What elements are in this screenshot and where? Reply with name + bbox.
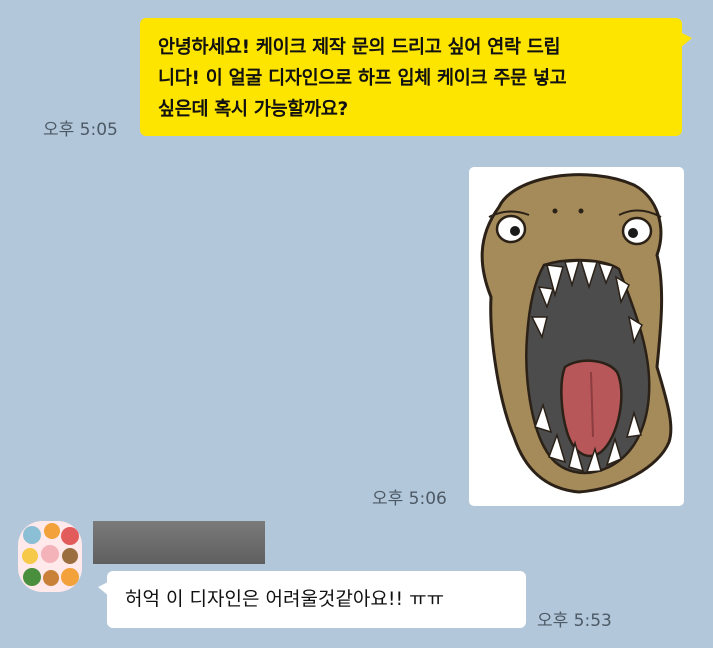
bubble-tail: [680, 32, 692, 48]
avatar[interactable]: [18, 521, 82, 592]
bubble-tail: [98, 581, 110, 597]
dinosaur-face-image: [480, 173, 673, 494]
incoming-message-bubble[interactable]: 허억 이 디자인은 어려울것같아요!! ㅠㅠ: [98, 571, 526, 628]
sender-name-redacted: [93, 521, 265, 564]
message-time-2: 오후 5:06: [372, 489, 447, 509]
message-line: 싶은데 혹시 가능할까요?: [158, 99, 348, 120]
outgoing-message-bubble[interactable]: 안녕하세요! 케이크 제작 문의 드리고 싶어 연락 드립 니다! 이 얼굴 디…: [140, 18, 692, 136]
message-time-3: 오후 5:53: [537, 611, 612, 631]
message-line: 니다! 이 얼굴 디자인으로 하프 입체 케이크 주문 넣고: [158, 68, 567, 89]
message-line: 안녕하세요! 케이크 제작 문의 드리고 싶어 연락 드립: [158, 37, 561, 58]
message-time-1: 오후 5:05: [43, 120, 118, 140]
sticker-avatar-image: [22, 523, 79, 586]
message-text: 허억 이 디자인은 어려울것같아요!! ㅠㅠ: [125, 588, 445, 610]
image-message[interactable]: [469, 167, 684, 506]
